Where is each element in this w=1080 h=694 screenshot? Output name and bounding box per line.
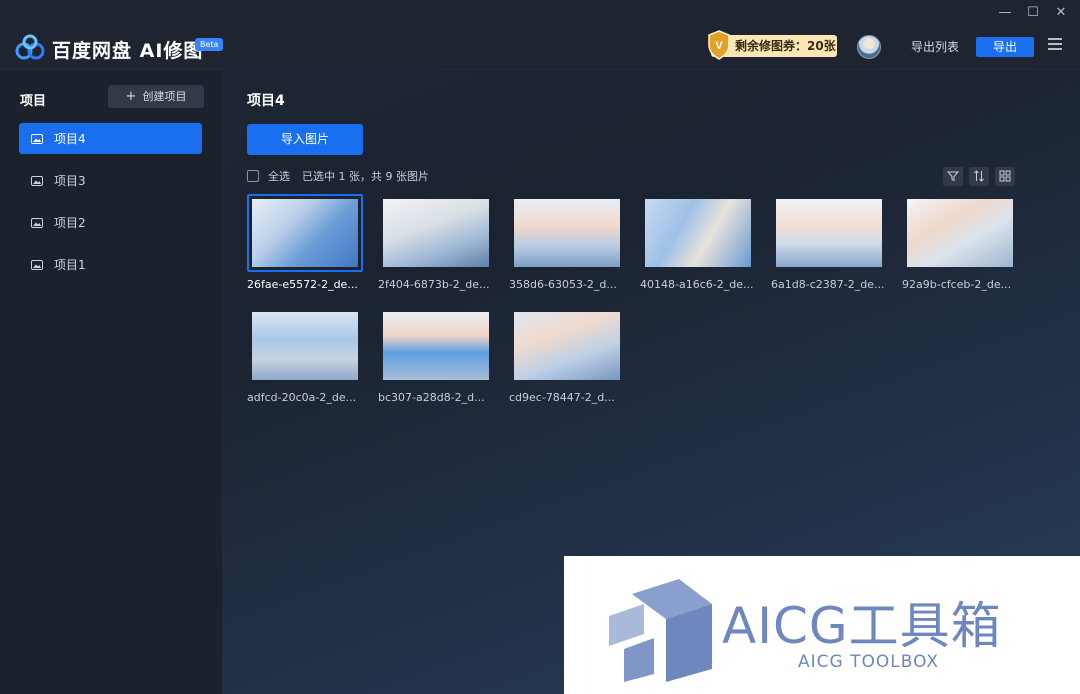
aicg-watermark: AICG工具箱 AICG TOOLBOX [564, 556, 1080, 694]
image-filename: cd9ec-78447-2_d... [509, 391, 615, 404]
image-filename: bc307-a28d8-2_d... [378, 391, 485, 404]
image-card[interactable]: 92a9b-cfceb-2_de... [902, 194, 1018, 291]
image-card[interactable]: 40148-a16c6-2_de... [640, 194, 756, 291]
grid-view-icon[interactable] [995, 167, 1015, 186]
image-thumbnail[interactable] [378, 194, 494, 272]
sidebar-item-project2[interactable]: 项目2 [19, 207, 202, 238]
title-bar: 百度网盘 AI修图 Beta — ☐ ✕ V 剩余修图券：20张 导出列表 导出 [0, 0, 1080, 70]
image-card[interactable]: cd9ec-78447-2_d... [509, 307, 625, 404]
image-card[interactable]: 358d6-63053-2_d... [509, 194, 625, 291]
image-card[interactable]: bc307-a28d8-2_d... [378, 307, 494, 404]
image-thumbnail[interactable] [247, 194, 363, 272]
minimize-button[interactable]: — [998, 6, 1012, 20]
image-card[interactable]: 6a1d8-c2387-2_de... [771, 194, 887, 291]
project-list: 项目4 项目3 项目2 项目1 [19, 123, 202, 291]
export-list-link[interactable]: 导出列表 [911, 38, 959, 55]
watermark-subtitle: AICG TOOLBOX [798, 652, 940, 672]
image-thumbnail[interactable] [378, 307, 494, 385]
sidebar-item-label: 项目2 [54, 216, 86, 230]
select-all-checkbox[interactable] [247, 170, 259, 182]
image-filename: 6a1d8-c2387-2_de... [771, 278, 885, 291]
sort-icon[interactable] [969, 167, 989, 186]
page-title: 项目4 [247, 93, 285, 109]
view-tools [943, 167, 1015, 186]
plus-icon: + [125, 89, 137, 104]
image-filename: 92a9b-cfceb-2_de... [902, 278, 1012, 291]
image-filename: 358d6-63053-2_d... [509, 278, 617, 291]
image-thumbnail[interactable] [509, 307, 625, 385]
image-thumbnail[interactable] [247, 307, 363, 385]
export-button[interactable]: 导出 [976, 37, 1034, 57]
close-button[interactable]: ✕ [1054, 6, 1068, 20]
create-project-label: 创建项目 [142, 90, 187, 103]
selection-status: 已选中 1 张，共 9 张图片 [302, 170, 429, 183]
baidu-netdisk-logo-icon [15, 34, 45, 60]
app-title: 百度网盘 AI修图 [52, 40, 204, 62]
import-images-button[interactable]: 导入图片 [247, 124, 363, 155]
create-project-button[interactable]: + 创建项目 [108, 85, 204, 108]
folder-image-icon [31, 218, 43, 228]
image-card[interactable]: adfcd-20c0a-2_de... [247, 307, 363, 404]
sidebar-item-project4[interactable]: 项目4 [19, 123, 202, 154]
aicg-logo-icon [609, 579, 712, 682]
maximize-button[interactable]: ☐ [1026, 6, 1040, 20]
hamburger-menu-icon[interactable] [1048, 38, 1062, 52]
image-card[interactable]: 26fae-e5572-2_de... [247, 194, 363, 291]
image-thumbnail[interactable] [902, 194, 1018, 272]
sidebar-item-label: 项目4 [54, 132, 86, 146]
user-avatar[interactable] [857, 35, 881, 59]
quota-badge[interactable]: V 剩余修图券：20张 [708, 30, 837, 60]
select-all-label[interactable]: 全选 [268, 168, 290, 184]
svg-text:V: V [715, 40, 723, 52]
image-thumbnail[interactable] [509, 194, 625, 272]
image-filename: 40148-a16c6-2_de... [640, 278, 754, 291]
project-sidebar: 项目 + 创建项目 项目4 项目3 项目2 项目1 [0, 70, 223, 694]
folder-image-icon [31, 260, 43, 270]
selection-bar: 全选 已选中 1 张，共 9 张图片 [247, 168, 429, 184]
folder-image-icon [31, 176, 43, 186]
filter-icon[interactable] [943, 167, 963, 186]
sidebar-title: 项目 [20, 94, 47, 109]
sidebar-item-label: 项目3 [54, 174, 86, 188]
image-thumbnail[interactable] [640, 194, 756, 272]
window-controls: — ☐ ✕ [998, 6, 1068, 20]
beta-badge: Beta [195, 38, 224, 51]
watermark-title: AICG工具箱 [722, 597, 1002, 655]
image-filename: 2f404-6873b-2_de... [378, 278, 490, 291]
image-filename: adfcd-20c0a-2_de... [247, 391, 357, 404]
vip-shield-icon: V [708, 30, 730, 60]
quota-text: 剩余修图券：20张 [735, 39, 836, 53]
sidebar-item-label: 项目1 [54, 258, 86, 272]
image-thumbnail[interactable] [771, 194, 887, 272]
image-card[interactable]: 2f404-6873b-2_de... [378, 194, 494, 291]
folder-image-icon [31, 134, 43, 144]
image-filename: 26fae-e5572-2_de... [247, 278, 358, 291]
sidebar-item-project3[interactable]: 项目3 [19, 165, 202, 196]
sidebar-item-project1[interactable]: 项目1 [19, 249, 202, 280]
